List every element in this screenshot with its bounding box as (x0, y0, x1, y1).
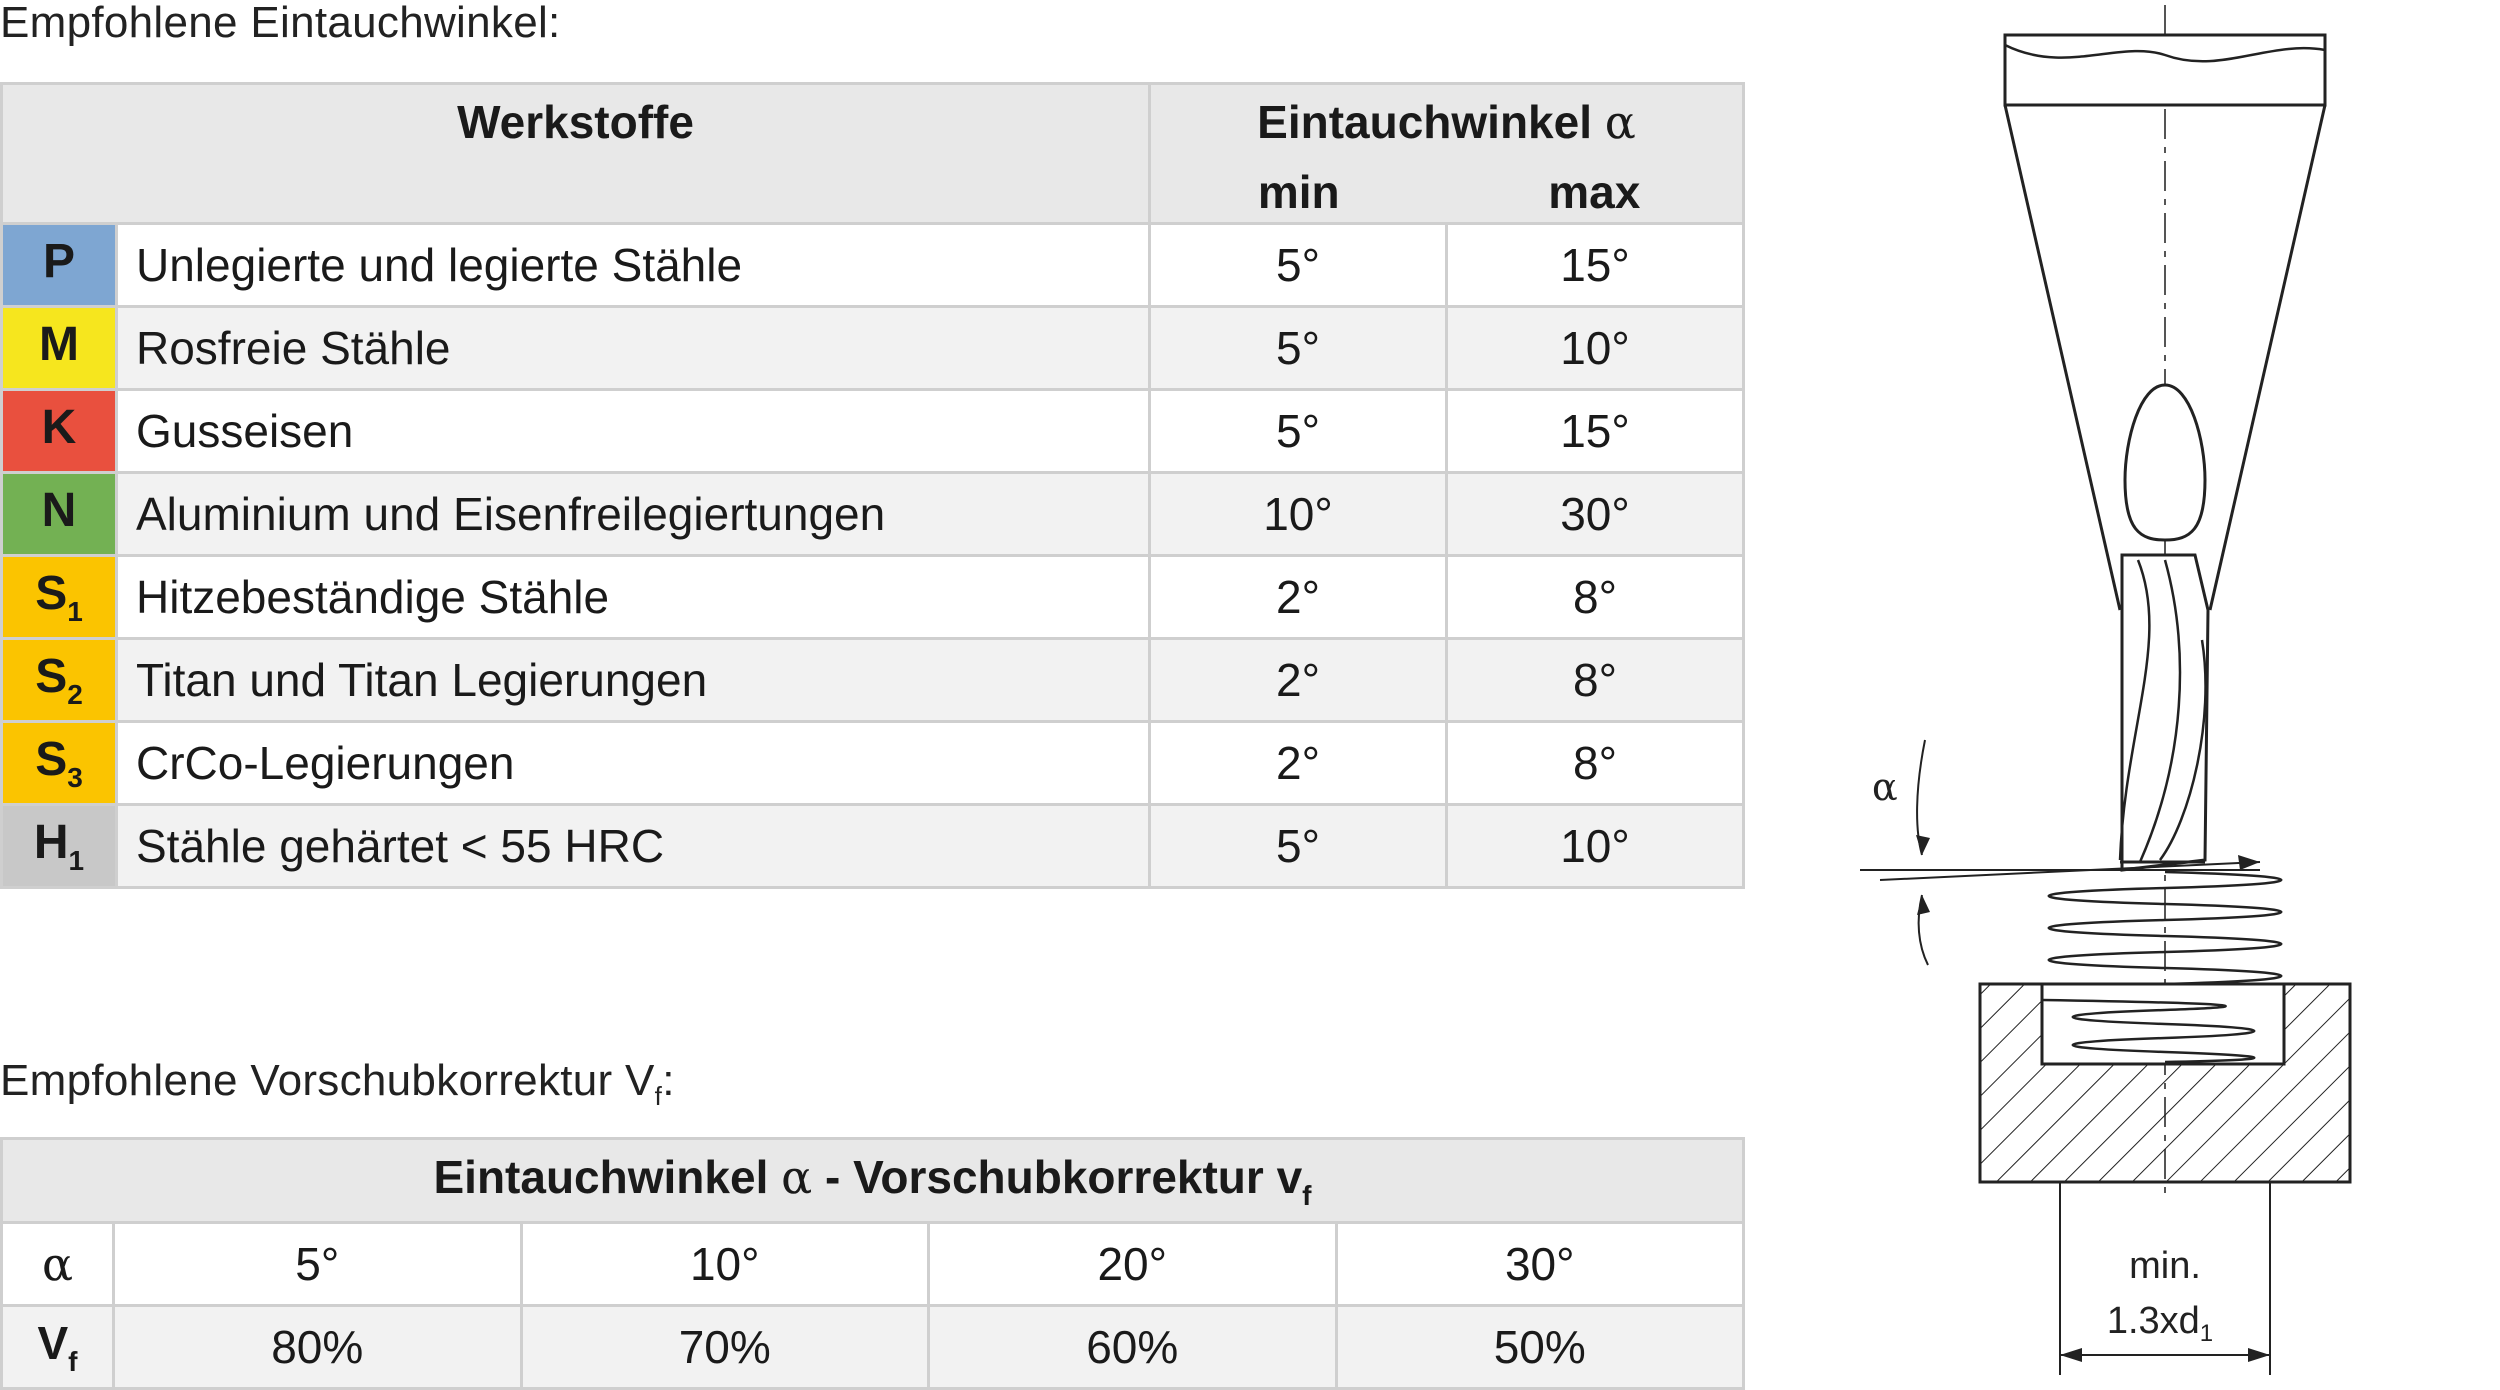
feed-table-title: Eintauchwinkel α - Vorschubkorrektur vf (0, 1137, 1745, 1224)
angle-min: 5° (1148, 803, 1448, 889)
angles-heading: Empfohlene Eintauchwinkel: (0, 0, 561, 47)
column-header-material: Werkstoffe (0, 82, 1151, 225)
column-header-max: max (1548, 166, 1641, 218)
material-group-code: M (0, 305, 118, 391)
angle-cell: 30° (1334, 1221, 1745, 1307)
angle-arrowhead (1917, 895, 1930, 915)
plunge-angle-table: Werkstoffe Eintauchwinkel α min max P Unl… (0, 82, 1745, 889)
material-group-code: S3 (0, 720, 118, 806)
tool-shank (2003, 33, 2327, 107)
feed-cell: 70% (519, 1304, 930, 1390)
angle-min: 10° (1148, 471, 1448, 557)
dimension-arrowhead (2248, 1348, 2270, 1362)
material-name: Rosfreie Stähle (115, 305, 1151, 391)
material-name: CrCo-Legierungen (115, 720, 1151, 806)
ramp-arrowhead (2238, 855, 2260, 870)
angle-min: 5° (1148, 388, 1448, 474)
row-label-alpha: α (0, 1221, 115, 1307)
angle-max: 8° (1445, 637, 1745, 723)
column-header-min: min (1257, 166, 1340, 218)
material-name: Hitzebeständige Stähle (115, 554, 1151, 640)
angle-max: 30° (1445, 471, 1745, 557)
material-name: Titan und Titan Legierungen (115, 637, 1151, 723)
material-group-code: N (0, 471, 118, 557)
material-group-code: S2 (0, 637, 118, 723)
feed-cell: 50% (1334, 1304, 1745, 1390)
angle-max: 8° (1445, 720, 1745, 806)
material-name: Stähle gehärtet < 55 HRC (115, 803, 1151, 889)
table-title-row: Eintauchwinkel α - Vorschubkorrektur vf (0, 1137, 1745, 1224)
feed-cell: 80% (112, 1304, 523, 1390)
taper-left-line (2003, 104, 2122, 611)
angle-max: 15° (1445, 388, 1745, 474)
material-group-code: S1 (0, 554, 118, 640)
angle-min: 5° (1148, 305, 1448, 391)
alpha-label: α (1872, 765, 1898, 809)
helical-plunge-drawing: α min. 1.3xd1 (1860, 5, 2352, 1375)
material-name: Aluminium und Eisenfreilegiertungen (115, 471, 1151, 557)
table-row: M Rosfreie Stähle 5° 10° (0, 305, 1745, 391)
feed-heading: Empfohlene Vorschubkorrektur Vf: (0, 1056, 675, 1111)
angle-min: 2° (1148, 554, 1448, 640)
angle-max: 10° (1445, 803, 1745, 889)
table-row: H1 Stähle gehärtet < 55 HRC 5° 10° (0, 803, 1745, 889)
material-name: Unlegierte und legierte Stähle (115, 222, 1151, 308)
dimension-arrowhead (2060, 1348, 2082, 1362)
dimension-label-value: 1.3xd1 (2107, 1300, 2213, 1347)
angle-max: 10° (1445, 305, 1745, 391)
table-row: S3 CrCo-Legierungen 2° 8° (0, 720, 1745, 806)
table-header-row: Werkstoffe Eintauchwinkel α min max (0, 82, 1745, 225)
row-label-vf: Vf (0, 1304, 115, 1390)
angle-cell: 5° (112, 1221, 523, 1307)
angle-min: 2° (1148, 637, 1448, 723)
angle-cell: 20° (927, 1221, 1338, 1307)
feed-correction-table: Eintauchwinkel α - Vorschubkorrektur vf … (0, 1137, 1745, 1390)
material-group-code: K (0, 388, 118, 474)
dimension-label-min: min. (2129, 1245, 2201, 1287)
table-row: S1 Hitzebeständige Stähle 2° 8° (0, 554, 1745, 640)
angle-max: 15° (1445, 222, 1745, 308)
table-row: S2 Titan und Titan Legierungen 2° 8° (0, 637, 1745, 723)
material-group-code: P (0, 222, 118, 308)
angle-cell: 10° (519, 1221, 930, 1307)
angle-min: 2° (1148, 720, 1448, 806)
table-row: K Gusseisen 5° 15° (0, 388, 1745, 474)
flute-outline (2123, 383, 2207, 542)
angle-min: 5° (1148, 222, 1448, 308)
taper-right-line (2208, 104, 2327, 611)
angle-arrowhead (1916, 835, 1930, 855)
table-row: N Aluminium und Eisenfreilegiertungen 10° 3… (0, 471, 1745, 557)
feed-cell: 60% (927, 1304, 1338, 1390)
material-name: Gusseisen (115, 388, 1151, 474)
material-group-code: H1 (0, 803, 118, 889)
angle-max: 8° (1445, 554, 1745, 640)
table-row: Vf 80% 70% 60% 50% (0, 1304, 1745, 1390)
cutter-body (2120, 553, 2210, 872)
table-row: α 5° 10° 20° 30° (0, 1221, 1745, 1307)
table-row: P Unlegierte und legierte Stähle 5° 15° (0, 222, 1745, 308)
column-header-plunge-angle: Eintauchwinkel α min max (1148, 82, 1745, 225)
